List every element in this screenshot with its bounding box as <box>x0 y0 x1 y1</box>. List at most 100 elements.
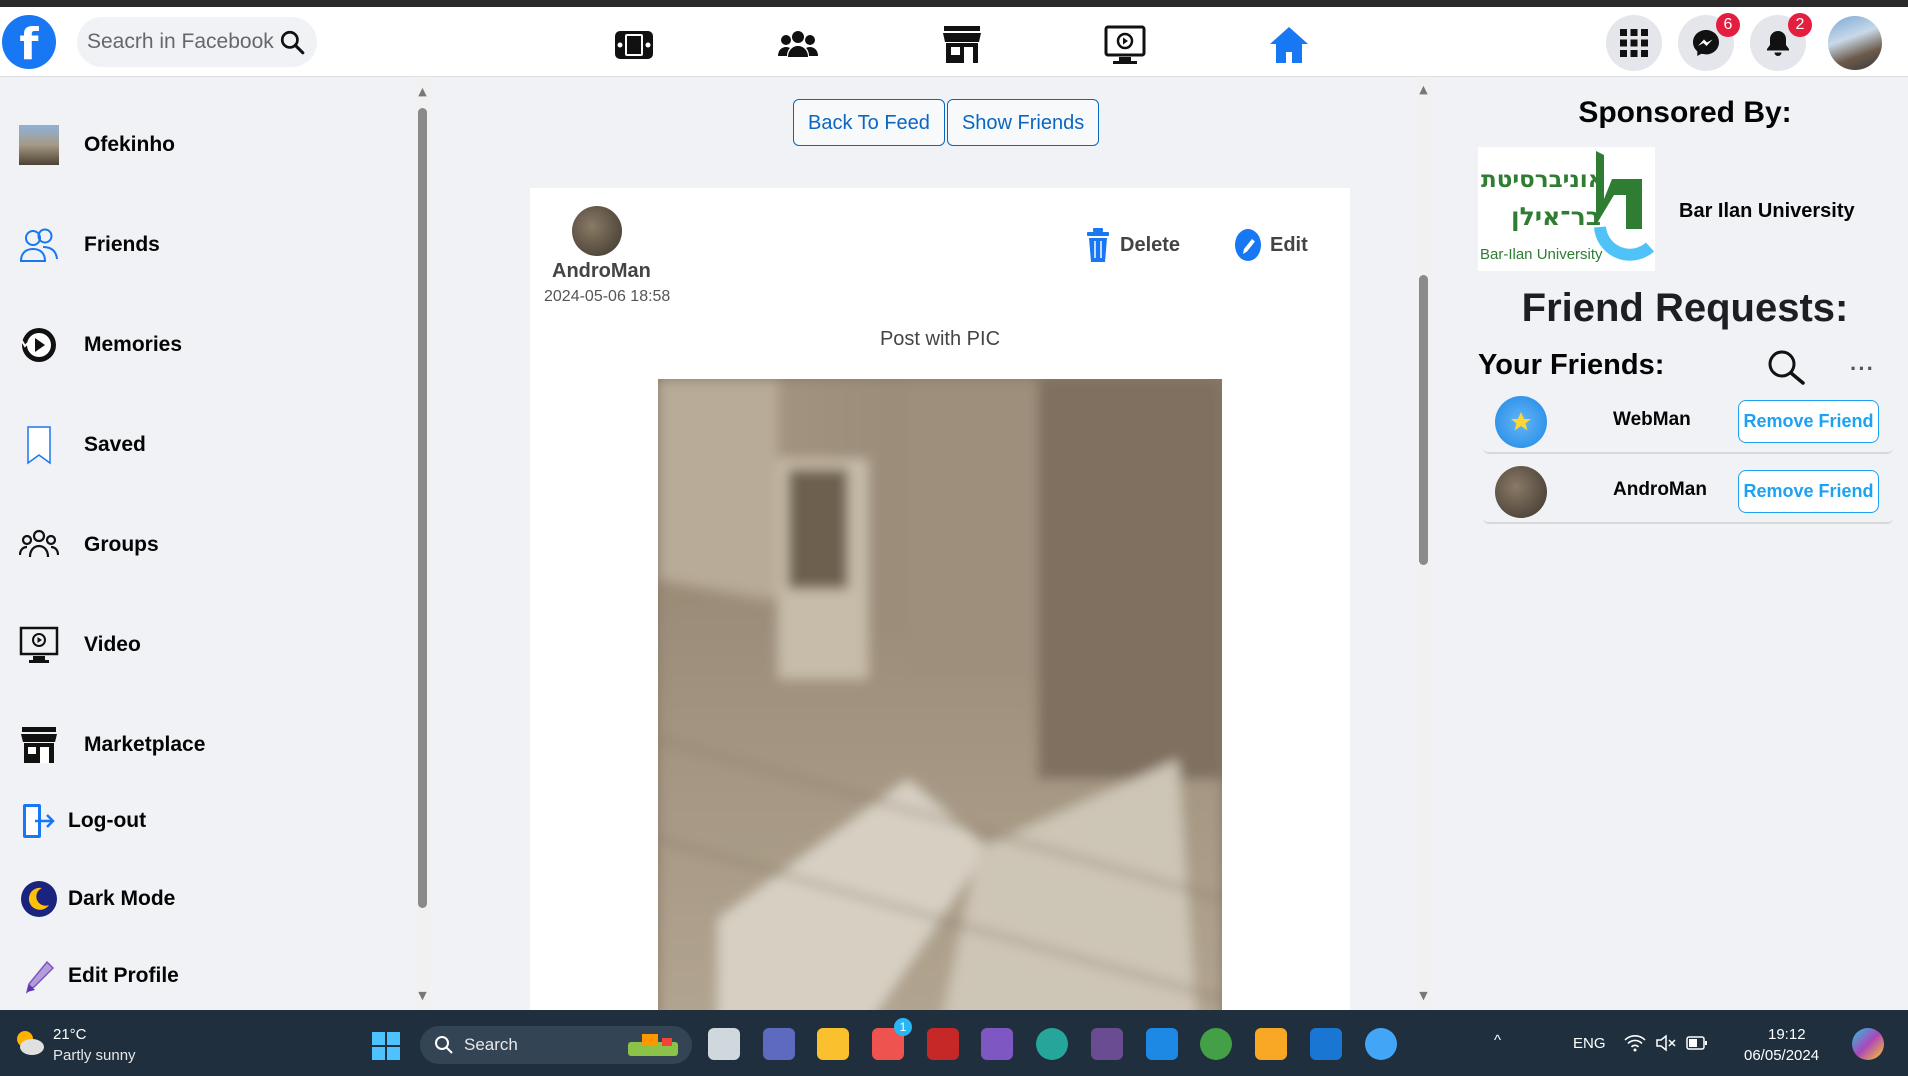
clock-time[interactable]: 19:12 <box>1768 1026 1806 1043</box>
battery-icon[interactable] <box>1686 1035 1708 1051</box>
video-icon[interactable] <box>1103 23 1147 67</box>
edge-icon[interactable] <box>1036 1028 1068 1060</box>
edit-label: Edit <box>1270 233 1308 256</box>
post-author-name[interactable]: AndroMan <box>552 260 651 283</box>
gaming-icon[interactable] <box>612 23 656 67</box>
scroll-down-arrow[interactable]: ▼ <box>416 990 429 1002</box>
back-to-feed-button[interactable]: Back To Feed <box>793 99 945 146</box>
teams-icon[interactable] <box>763 1028 795 1060</box>
pencil-icon <box>25 960 55 994</box>
notifications-badge: 2 <box>1788 13 1812 37</box>
android-studio-icon[interactable] <box>1365 1028 1397 1060</box>
remove-friend-button[interactable]: Remove Friend <box>1738 470 1879 513</box>
search-icon <box>435 1036 453 1054</box>
sponsor-name[interactable]: Bar Ilan University <box>1679 200 1855 223</box>
memories-icon <box>21 328 56 362</box>
copilot-preview-icon[interactable] <box>1852 1028 1884 1060</box>
chrome-icon[interactable] <box>1200 1028 1232 1060</box>
feed-scrollbar[interactable]: ▲ ▼ <box>1416 78 1431 1010</box>
sidebar-item-label: Video <box>84 633 141 656</box>
clock-date[interactable]: 06/05/2024 <box>1744 1047 1819 1064</box>
logo-hebrew-line1: אוניברסיטת <box>1481 167 1604 193</box>
sidebar-item-memories[interactable]: Memories <box>18 320 182 370</box>
search-icon[interactable] <box>1763 348 1807 388</box>
search-icon[interactable] <box>279 29 305 55</box>
volume-muted-icon[interactable] <box>1655 1034 1677 1052</box>
bookmark-icon <box>27 426 51 465</box>
weather-icon[interactable] <box>12 1027 46 1057</box>
user-avatar <box>19 125 59 165</box>
sidebar-item-profile[interactable]: Ofekinho <box>18 120 175 170</box>
tool-icon[interactable] <box>1255 1028 1287 1060</box>
sidebar-item-friends[interactable]: Friends <box>18 220 160 270</box>
sidebar-scrollbar[interactable]: ▲ ▼ <box>415 78 430 1010</box>
scrollbar-thumb[interactable] <box>1419 275 1428 565</box>
sidebar-item-dark-mode[interactable]: Dark Mode <box>18 874 175 924</box>
scroll-down-arrow[interactable]: ▼ <box>1417 990 1430 1002</box>
windows-start-icon[interactable] <box>371 1031 401 1061</box>
scroll-up-arrow[interactable]: ▲ <box>1417 84 1430 96</box>
docker-icon[interactable] <box>1146 1028 1178 1060</box>
file-explorer-icon[interactable] <box>817 1028 849 1060</box>
taskbar-search-label: Search <box>464 1035 518 1054</box>
delete-post-button[interactable]: Delete <box>1084 228 1180 262</box>
logo-icon <box>1511 412 1531 431</box>
post-text: Post with PIC <box>879 328 1001 350</box>
home-icon[interactable] <box>1267 23 1311 67</box>
menu-grid-button[interactable] <box>1606 15 1662 71</box>
post-image[interactable] <box>658 379 1222 1010</box>
profile-avatar[interactable] <box>1828 16 1882 70</box>
sidebar-item-groups[interactable]: Groups <box>18 520 159 570</box>
sidebar-item-edit-profile[interactable]: Edit Profile <box>18 951 179 1001</box>
sidebar-profile-name: Ofekinho <box>84 133 176 156</box>
weather-description[interactable]: Partly sunny <box>53 1047 136 1064</box>
feed-actions: Back To Feed Show Friends <box>793 99 1100 146</box>
language-indicator[interactable]: ENG <box>1573 1035 1606 1052</box>
groups-icon <box>19 529 59 558</box>
taskbar-search[interactable]: Search <box>420 1026 692 1064</box>
top-navbar: f 6 2 <box>0 7 1908 77</box>
friend-name[interactable]: AndroMan <box>1613 479 1707 501</box>
remove-friend-button[interactable]: Remove Friend <box>1738 400 1879 443</box>
tray-chevron-icon[interactable]: ^ <box>1494 1032 1501 1049</box>
messenger-badge: 6 <box>1716 13 1740 37</box>
windows-taskbar: 21°C Partly sunny Search 1 ^ ENG 19:12 0… <box>0 1010 1908 1076</box>
facebook-logo[interactable]: f <box>2 15 56 70</box>
app-icon[interactable] <box>1091 1028 1123 1060</box>
wifi-icon[interactable] <box>1624 1034 1646 1052</box>
friend-avatar[interactable] <box>1495 396 1547 448</box>
scroll-up-arrow[interactable]: ▲ <box>416 86 429 98</box>
sponsor-logo[interactable]: אוניברסיטת בר־אילן Bar-Ilan University <box>1478 147 1655 271</box>
weather-temperature[interactable]: 21°C <box>53 1026 87 1043</box>
sidebar-item-saved[interactable]: Saved <box>18 420 146 470</box>
sidebar-item-video[interactable]: Video <box>18 620 141 670</box>
sidebar-item-label: Marketplace <box>84 733 206 756</box>
sidebar-item-label: Memories <box>84 333 183 356</box>
task-view-icon[interactable] <box>708 1028 740 1060</box>
post-author-avatar[interactable] <box>572 206 622 256</box>
sidebar-item-logout[interactable]: Log-out <box>18 796 146 846</box>
friend-row: WebMan Remove Friend <box>1483 388 1893 454</box>
more-options-icon[interactable]: ··· <box>1850 356 1875 382</box>
marketplace-icon[interactable] <box>940 23 984 67</box>
post-date: 2024-05-06 18:58 <box>544 288 671 305</box>
search-bar <box>77 17 317 67</box>
main-feed: Back To Feed Show Friends AndroMan 2024-… <box>432 78 1450 1010</box>
sidebar-item-marketplace[interactable]: Marketplace <box>18 720 205 770</box>
notifications-button[interactable]: 2 <box>1750 13 1812 71</box>
groups-icon[interactable] <box>776 23 820 67</box>
sidebar-item-label: Dark Mode <box>68 887 176 910</box>
edit-icon <box>1235 229 1261 261</box>
scrollbar-thumb[interactable] <box>418 108 427 908</box>
friend-avatar[interactable] <box>1495 466 1547 518</box>
microsoft-store-icon[interactable]: 1 <box>872 1018 912 1060</box>
copilot-icon[interactable] <box>981 1028 1013 1060</box>
messenger-button[interactable]: 6 <box>1678 13 1740 71</box>
friend-name[interactable]: WebMan <box>1613 409 1691 431</box>
vscode-icon[interactable] <box>1310 1028 1342 1060</box>
mcafee-icon[interactable] <box>927 1028 959 1060</box>
search-input[interactable] <box>87 25 277 59</box>
edit-post-button[interactable]: Edit <box>1234 228 1308 262</box>
video-icon <box>19 626 59 663</box>
show-friends-button[interactable]: Show Friends <box>946 99 1100 146</box>
